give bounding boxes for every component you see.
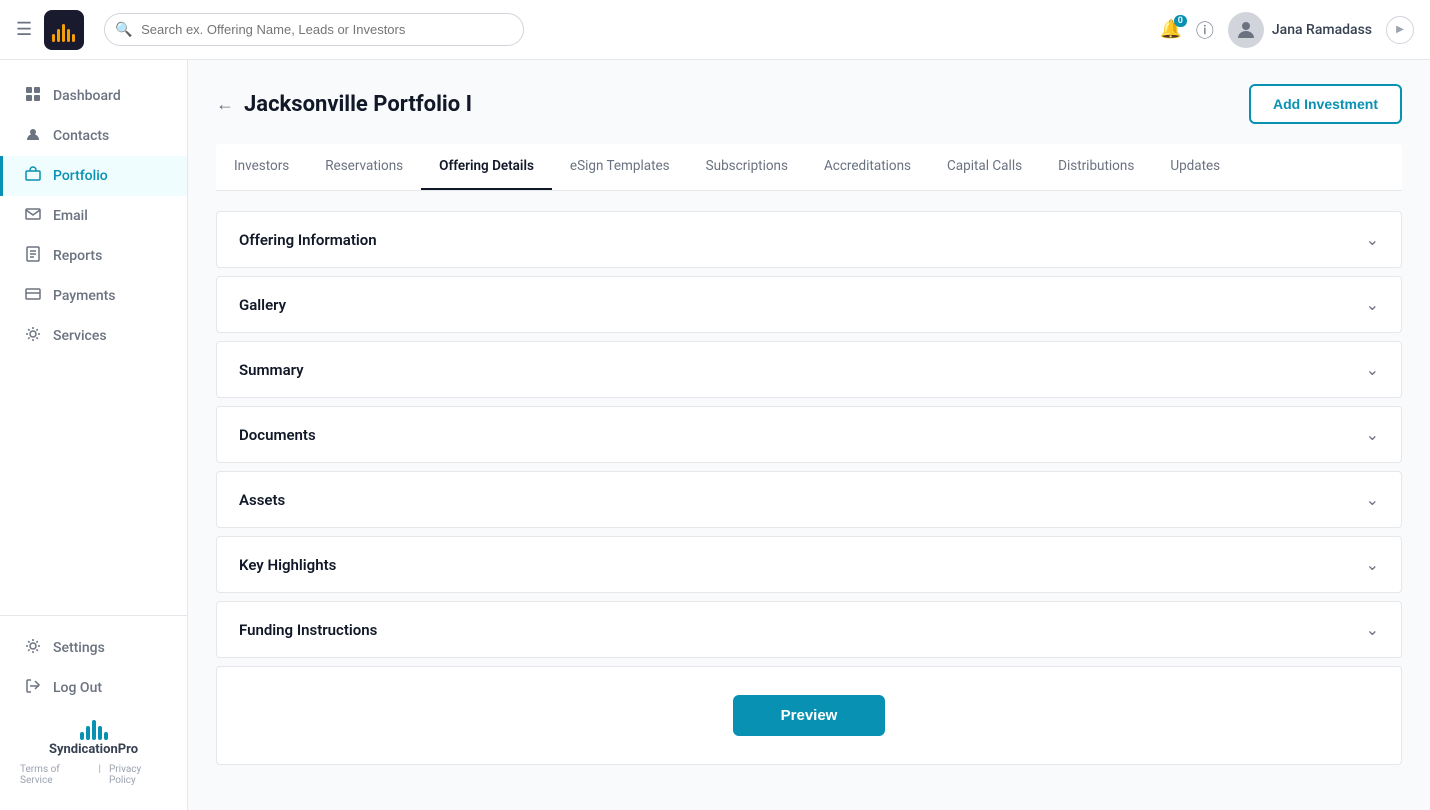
tab-updates[interactable]: Updates xyxy=(1152,144,1238,190)
accordion-title-summary: Summary xyxy=(239,361,304,379)
sidebar: Dashboard Contacts Portfolio Email Repor… xyxy=(0,60,188,810)
accordion-header-funding-instructions[interactable]: Funding Instructions ⌄ xyxy=(217,602,1401,657)
accordion-chevron-assets: ⌄ xyxy=(1366,490,1379,509)
accordion-section-summary: Summary ⌄ xyxy=(216,341,1402,398)
sidebar-bottom: Settings Log Out xyxy=(0,615,187,708)
payments-nav-icon xyxy=(23,286,43,306)
avatar xyxy=(1228,12,1264,48)
sidebar-item-contacts[interactable]: Contacts xyxy=(0,116,187,156)
accordion-chevron-key-highlights: ⌄ xyxy=(1366,555,1379,574)
topnav-actions: 🔔 0 ⓘ Jana Ramadass ▶ xyxy=(1159,12,1414,48)
portfolio-nav-icon xyxy=(23,166,43,186)
accordion-chevron-gallery: ⌄ xyxy=(1366,295,1379,314)
tab-capital-calls[interactable]: Capital Calls xyxy=(929,144,1040,190)
page-header: ← Jacksonville Portfolio I Add Investmen… xyxy=(216,84,1402,124)
privacy-policy-link[interactable]: Privacy Policy xyxy=(109,764,167,786)
sidebar-item-email[interactable]: Email xyxy=(0,196,187,236)
main-content: ← Jacksonville Portfolio I Add Investmen… xyxy=(188,60,1430,810)
settings-icon xyxy=(23,638,43,658)
sidebar-label-logout: Log Out xyxy=(53,680,102,696)
accordion-header-assets[interactable]: Assets ⌄ xyxy=(217,472,1401,527)
tab-accreditations[interactable]: Accreditations xyxy=(806,144,929,190)
username-label: Jana Ramadass xyxy=(1272,22,1372,38)
user-menu[interactable]: Jana Ramadass xyxy=(1228,12,1372,48)
accordion-header-gallery[interactable]: Gallery ⌄ xyxy=(217,277,1401,332)
accordion-section-funding-instructions: Funding Instructions ⌄ xyxy=(216,601,1402,658)
accordion-title-key-highlights: Key Highlights xyxy=(239,556,336,574)
accordion-section-offering-information: Offering Information ⌄ xyxy=(216,211,1402,268)
help-icon[interactable]: ⓘ xyxy=(1196,17,1214,43)
sidebar-label-settings: Settings xyxy=(53,640,105,656)
accordion-section-key-highlights: Key Highlights ⌄ xyxy=(216,536,1402,593)
sidebar-item-payments[interactable]: Payments xyxy=(0,276,187,316)
sidebar-label-services: Services xyxy=(53,328,107,344)
sidebar-item-logout[interactable]: Log Out xyxy=(0,668,187,708)
notification-badge: 0 xyxy=(1174,15,1187,27)
user-settings-icon[interactable]: ▶ xyxy=(1386,16,1414,44)
sidebar-item-dashboard[interactable]: Dashboard xyxy=(0,76,187,116)
tab-subscriptions[interactable]: Subscriptions xyxy=(688,144,806,190)
search-icon: 🔍 xyxy=(115,22,132,38)
app-logo xyxy=(44,10,84,50)
brand-logo-area: SyndicationPro xyxy=(0,708,187,758)
sidebar-item-portfolio[interactable]: Portfolio xyxy=(0,156,187,196)
contacts-nav-icon xyxy=(23,126,43,146)
hamburger-menu-icon[interactable]: ☰ xyxy=(16,19,32,40)
accordion-title-documents: Documents xyxy=(239,426,316,444)
accordion-chevron-funding-instructions: ⌄ xyxy=(1366,620,1379,639)
tabs-bar: InvestorsReservationsOffering DetailseSi… xyxy=(216,144,1402,191)
services-nav-icon xyxy=(23,326,43,346)
tab-offering-details[interactable]: Offering Details xyxy=(421,144,552,190)
terms-of-service-link[interactable]: Terms of Service xyxy=(20,764,91,786)
dashboard-nav-icon xyxy=(23,86,43,106)
accordion-container: Offering Information ⌄ Gallery ⌄ Summary… xyxy=(216,211,1402,658)
tab-reservations[interactable]: Reservations xyxy=(307,144,421,190)
accordion-title-offering-information: Offering Information xyxy=(239,231,377,249)
reports-nav-icon xyxy=(23,246,43,266)
sidebar-item-services[interactable]: Services xyxy=(0,316,187,356)
sidebar-label-dashboard: Dashboard xyxy=(53,88,121,104)
accordion-title-assets: Assets xyxy=(239,491,285,509)
tab-distributions[interactable]: Distributions xyxy=(1040,144,1152,190)
brand-name: SyndicationPro xyxy=(49,742,138,758)
accordion-section-assets: Assets ⌄ xyxy=(216,471,1402,528)
accordion-title-funding-instructions: Funding Instructions xyxy=(239,621,377,639)
sidebar-item-reports[interactable]: Reports xyxy=(0,236,187,276)
email-nav-icon xyxy=(23,206,43,226)
accordion-chevron-documents: ⌄ xyxy=(1366,425,1379,444)
accordion-chevron-summary: ⌄ xyxy=(1366,360,1379,379)
sidebar-label-email: Email xyxy=(53,208,88,224)
accordion-title-gallery: Gallery xyxy=(239,296,286,314)
footer-separator: | xyxy=(99,764,101,786)
sidebar-label-payments: Payments xyxy=(53,288,116,304)
accordion-header-offering-information[interactable]: Offering Information ⌄ xyxy=(217,212,1401,267)
accordion-chevron-offering-information: ⌄ xyxy=(1366,230,1379,249)
preview-section: Preview xyxy=(216,666,1402,765)
search-bar: 🔍 xyxy=(104,13,524,46)
sidebar-footer-links: Terms of Service | Privacy Policy xyxy=(0,758,187,794)
sidebar-label-portfolio: Portfolio xyxy=(53,168,108,184)
logout-icon xyxy=(23,678,43,698)
search-input[interactable] xyxy=(104,13,524,46)
accordion-section-documents: Documents ⌄ xyxy=(216,406,1402,463)
add-investment-button[interactable]: Add Investment xyxy=(1249,84,1402,124)
back-button[interactable]: ← xyxy=(216,94,234,115)
accordion-section-gallery: Gallery ⌄ xyxy=(216,276,1402,333)
notification-bell-icon[interactable]: 🔔 0 xyxy=(1159,19,1181,40)
accordion-header-documents[interactable]: Documents ⌄ xyxy=(217,407,1401,462)
top-navigation: ☰ 🔍 🔔 0 ⓘ Jana Ramadass ▶ xyxy=(0,0,1430,60)
sidebar-label-reports: Reports xyxy=(53,248,102,264)
accordion-header-key-highlights[interactable]: Key Highlights ⌄ xyxy=(217,537,1401,592)
page-title: Jacksonville Portfolio I xyxy=(244,92,472,117)
sidebar-label-contacts: Contacts xyxy=(53,128,109,144)
accordion-header-summary[interactable]: Summary ⌄ xyxy=(217,342,1401,397)
tab-investors[interactable]: Investors xyxy=(216,144,307,190)
preview-button[interactable]: Preview xyxy=(733,695,886,736)
tab-esign-templates[interactable]: eSign Templates xyxy=(552,144,688,190)
sidebar-item-settings[interactable]: Settings xyxy=(0,628,187,668)
brand-waves-icon xyxy=(80,716,108,740)
app-layout: Dashboard Contacts Portfolio Email Repor… xyxy=(0,60,1430,810)
